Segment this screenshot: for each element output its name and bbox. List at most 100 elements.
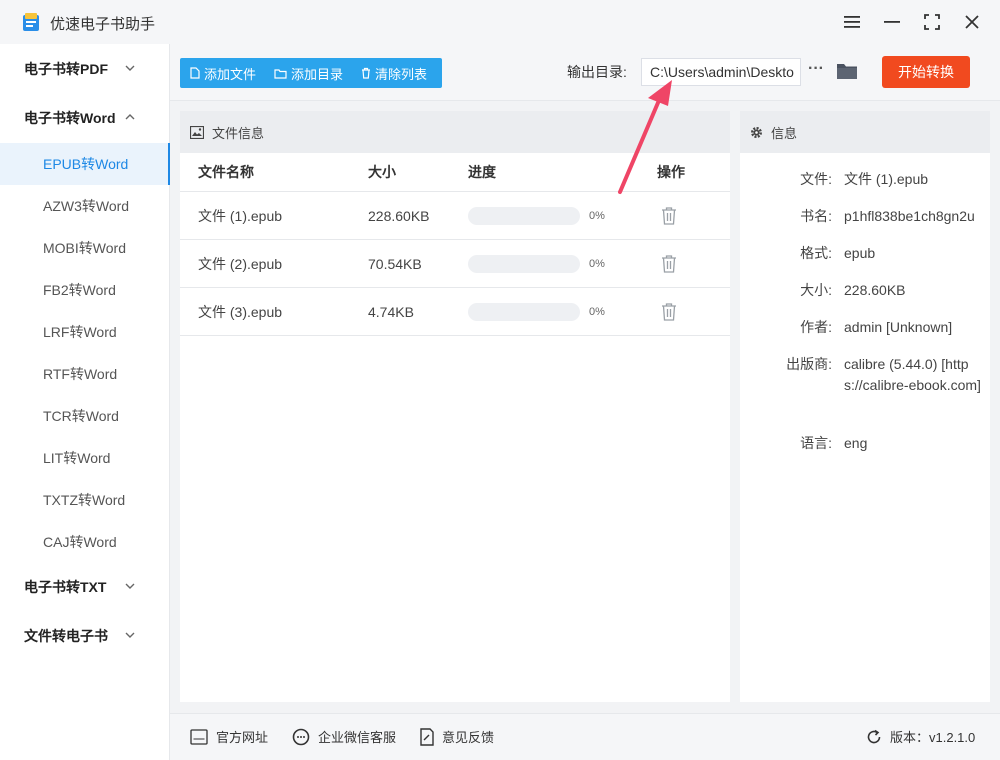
progress-percent: 0% [589, 258, 605, 270]
sidebar-group-txt[interactable]: 电子书转TXT [0, 563, 170, 611]
sidebar-item-azw3-word[interactable]: AZW3转Word [0, 185, 170, 227]
folder-icon[interactable] [836, 60, 858, 82]
version-label: 版本：v1.2.1.0 [890, 730, 976, 745]
toolbar: 添加文件 添加目录 清除列表 输出目录: C:\Users\admin\Desk… [170, 44, 1000, 101]
sidebar-item-tcr-word[interactable]: TCR转Word [0, 395, 170, 437]
sidebar-group-label: 电子书转PDF [24, 61, 108, 77]
info-panel-title: 信息 [771, 125, 798, 141]
minimize-icon[interactable] [880, 10, 904, 34]
sidebar-item-label: LRF转Word [43, 324, 117, 340]
app-title: 优速电子书助手 [50, 16, 156, 33]
maximize-icon[interactable] [920, 10, 944, 34]
sidebar-item-mobi-word[interactable]: MOBI转Word [0, 227, 170, 269]
file-panel-title: 文件信息 [212, 125, 265, 141]
sidebar-group-label: 电子书转TXT [24, 579, 107, 595]
info-value: eng [844, 435, 868, 451]
progress-bar [468, 303, 580, 321]
feedback-icon [420, 727, 434, 746]
footer: 官方网址 企业微信客服 意见反馈 版本：v1.2.1.0 [170, 713, 1000, 760]
sidebar-item-lrf-word[interactable]: LRF转Word [0, 311, 170, 353]
add-directory-button[interactable]: 添加目录 [264, 58, 351, 88]
refresh-icon [867, 729, 881, 743]
file-panel-header: 文件信息 [180, 111, 730, 153]
file-info-panel: 文件信息 文件名称 大小 进度 操作 文件 (1).epub 228.60KB … [180, 111, 730, 702]
sidebar-group-label: 电子书转Word [24, 110, 116, 126]
file-name: 文件 (3).epub [198, 304, 283, 320]
sidebar-item-label: RTF转Word [43, 366, 118, 382]
column-size: 大小 [368, 164, 396, 180]
table-row[interactable]: 文件 (2).epub 70.54KB 0% [180, 240, 730, 288]
info-panel: 信息 文件: 文件 (1).epub 书名: p1hfl838be1ch8gn2… [740, 111, 990, 702]
sidebar-group-to-ebook[interactable]: 文件转电子书 [0, 612, 170, 660]
sidebar-item-rtf-word[interactable]: RTF转Word [0, 353, 170, 395]
table-row[interactable]: 文件 (3).epub 4.74KB 0% [180, 288, 730, 336]
file-name: 文件 (1).epub [198, 208, 283, 224]
website-link[interactable]: 官方网址 [190, 727, 268, 746]
sidebar-item-lit-word[interactable]: LIT转Word [0, 437, 170, 479]
close-icon[interactable] [960, 10, 984, 34]
column-action: 操作 [657, 164, 685, 180]
add-file-button[interactable]: 添加文件 [180, 58, 264, 88]
menu-icon[interactable] [840, 10, 864, 34]
sidebar-item-txtz-word[interactable]: TXTZ转Word [0, 479, 170, 521]
feedback-link[interactable]: 意见反馈 [420, 727, 494, 746]
chevron-up-icon [125, 114, 135, 120]
sidebar-group-label: 文件转电子书 [24, 628, 108, 644]
website-label: 官方网址 [216, 730, 269, 745]
progress-percent: 0% [589, 306, 605, 318]
info-key: 语言: [800, 435, 832, 451]
sidebar-item-label: FB2转Word [43, 282, 116, 298]
wechat-support-link[interactable]: 企业微信客服 [292, 727, 396, 746]
delete-icon[interactable] [660, 302, 678, 322]
clear-list-button[interactable]: 清除列表 [351, 58, 435, 88]
file-icon [190, 67, 200, 79]
start-convert-button[interactable]: 开始转换 [882, 56, 970, 88]
sidebar-group-word[interactable]: 电子书转Word [0, 94, 170, 142]
chevron-down-icon [125, 583, 135, 589]
more-options-button[interactable]: ··· [806, 60, 826, 82]
website-icon [190, 728, 208, 745]
output-dir-label: 输出目录: [567, 64, 627, 80]
sidebar-item-epub-word[interactable]: EPUB转Word [0, 143, 170, 185]
table-header: 文件名称 大小 进度 操作 [180, 153, 730, 192]
wechat-support-label: 企业微信客服 [318, 730, 397, 745]
file-size: 4.74KB [368, 304, 414, 320]
info-key: 书名: [800, 208, 832, 224]
trash-icon [362, 67, 371, 79]
progress-bar [468, 207, 580, 225]
folder-outline-icon [274, 68, 287, 79]
file-size: 70.54KB [368, 256, 422, 272]
info-key: 出版商: [786, 356, 832, 372]
chat-icon [292, 728, 310, 745]
app-logo-icon [23, 13, 39, 31]
delete-icon[interactable] [660, 206, 678, 226]
sidebar-item-label: TCR转Word [43, 408, 119, 424]
sidebar-item-label: CAJ转Word [43, 534, 117, 550]
delete-icon[interactable] [660, 254, 678, 274]
title-bar: 优速电子书助手 [0, 0, 1000, 44]
image-icon [190, 125, 204, 139]
info-value: 文件 (1).epub [844, 171, 929, 187]
sidebar: 电子书转PDF 电子书转Word EPUB转Word AZW3转Word MOB… [0, 44, 170, 760]
sidebar-item-label: MOBI转Word [43, 240, 126, 256]
add-directory-label: 添加目录 [291, 66, 344, 82]
file-actions-group: 添加文件 添加目录 清除列表 [180, 58, 442, 88]
file-size: 228.60KB [368, 208, 430, 224]
info-value: 228.60KB [844, 282, 906, 298]
add-file-label: 添加文件 [204, 66, 257, 82]
sidebar-item-caj-word[interactable]: CAJ转Word [0, 521, 170, 563]
table-row[interactable]: 文件 (1).epub 228.60KB 0% [180, 192, 730, 240]
sidebar-item-label: TXTZ转Word [43, 492, 126, 508]
output-dir-field[interactable]: C:\Users\admin\Deskto [641, 58, 801, 86]
file-name: 文件 (2).epub [198, 256, 283, 272]
info-key: 格式: [800, 245, 832, 261]
info-value: admin [Unknown] [844, 319, 953, 335]
sidebar-item-fb2-word[interactable]: FB2转Word [0, 269, 170, 311]
info-value: epub [844, 245, 876, 261]
info-key: 大小: [800, 282, 832, 298]
sidebar-item-label: EPUB转Word [43, 156, 129, 172]
sidebar-item-label: AZW3转Word [43, 198, 130, 214]
version-info[interactable]: 版本：v1.2.1.0 [866, 727, 975, 746]
chevron-down-icon [125, 65, 135, 71]
sidebar-group-pdf[interactable]: 电子书转PDF [0, 45, 170, 93]
